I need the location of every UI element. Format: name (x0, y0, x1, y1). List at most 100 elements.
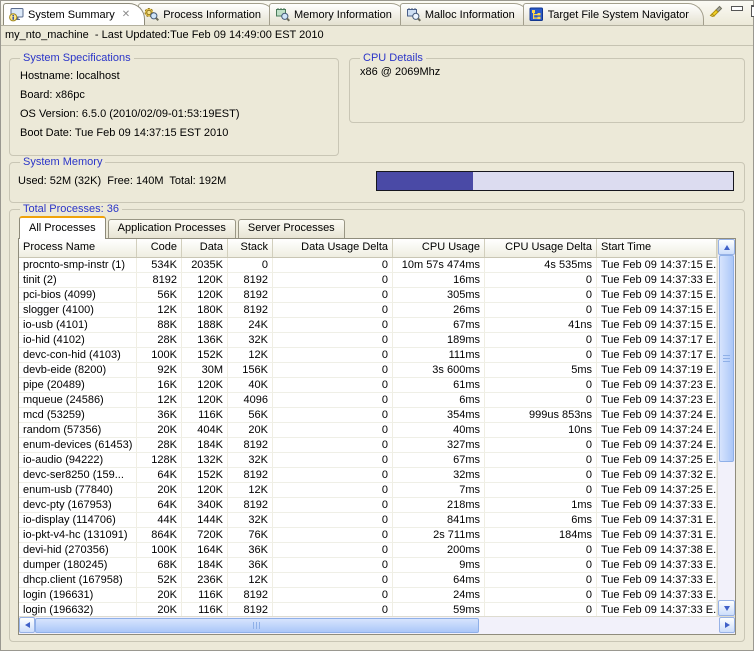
table-cell: Tue Feb 09 14:37:15 E. (597, 288, 717, 302)
highlighter-icon[interactable] (707, 3, 723, 19)
table-cell: Tue Feb 09 14:37:25 E. (597, 483, 717, 497)
total-processes-title: Total Processes: 36 (20, 203, 122, 215)
table-row[interactable]: devc-con-hid (4103)100K152K12K0111ms0Tue… (19, 348, 717, 363)
table-cell: 0 (485, 573, 597, 587)
table-cell: 0 (273, 483, 393, 497)
table-row[interactable]: io-usb (4101)88K188K24K067ms41nsTue Feb … (19, 318, 717, 333)
table-cell: 100K (137, 543, 182, 557)
table-cell: Tue Feb 09 14:37:24 E. (597, 423, 717, 437)
column-header[interactable]: Process Name (19, 239, 137, 257)
table-cell: 12K (137, 303, 182, 317)
table-cell: 20K (137, 588, 182, 602)
table-cell: 0 (273, 408, 393, 422)
table-cell: 0 (273, 423, 393, 437)
table-cell: 6ms (485, 513, 597, 527)
minimize-icon[interactable] (731, 6, 743, 11)
table-row[interactable]: mqueue (24586)12K120K409606ms0Tue Feb 09… (19, 393, 717, 408)
system-memory-group: System Memory Used: 52M (32K) Free: 140M… (9, 156, 745, 203)
scroll-right-button[interactable] (719, 617, 735, 633)
tab-malloc-information[interactable]: Malloc Information (400, 3, 530, 25)
table-row[interactable]: tinit (2)8192120K8192016ms0Tue Feb 09 14… (19, 273, 717, 288)
tab-process-information[interactable]: Process Information (138, 3, 276, 25)
horizontal-scrollbar[interactable] (19, 616, 735, 634)
table-cell: devc-pty (167953) (19, 498, 137, 512)
scroll-left-button[interactable] (19, 617, 35, 633)
table-cell: Tue Feb 09 14:37:33 E. (597, 588, 717, 602)
table-cell: 218ms (393, 498, 485, 512)
table-row[interactable]: io-audio (94222)128K132K32K067ms0Tue Feb… (19, 453, 717, 468)
view-content: System Specifications Hostname: localhos… (1, 46, 753, 650)
table-cell: 841ms (393, 513, 485, 527)
horizontal-scrollbar-thumb[interactable] (35, 618, 479, 633)
table-row[interactable]: devb-eide (8200)92K30M156K03s 600ms5msTu… (19, 363, 717, 378)
table-cell: tinit (2) (19, 273, 137, 287)
tab-system-summary[interactable]: System Summary ✕ (3, 3, 145, 25)
table-cell: 354ms (393, 408, 485, 422)
scroll-up-button[interactable] (718, 239, 735, 255)
table-row[interactable]: io-hid (4102)28K136K32K0189ms0Tue Feb 09… (19, 333, 717, 348)
table-cell: Tue Feb 09 14:37:33 E. (597, 273, 717, 287)
table-cell: login (196631) (19, 588, 137, 602)
tab-memory-information[interactable]: Memory Information (269, 3, 407, 25)
table-row[interactable]: random (57356)20K404K20K040ms10nsTue Feb… (19, 423, 717, 438)
table-cell: devc-con-hid (4103) (19, 348, 137, 362)
vertical-scrollbar[interactable] (717, 239, 735, 616)
table-row[interactable]: devc-pty (167953)64K340K81920218ms1msTue… (19, 498, 717, 513)
table-cell: 340K (182, 498, 228, 512)
table-row[interactable]: dhcp.client (167958)52K236K12K064ms0Tue … (19, 573, 717, 588)
table-row[interactable]: dumper (180245)68K184K36K09ms0Tue Feb 09… (19, 558, 717, 573)
column-header[interactable]: CPU Usage Delta (485, 239, 597, 257)
table-cell: 32K (228, 513, 273, 527)
table-cell: 0 (273, 303, 393, 317)
target-file-system-navigator-icon (529, 7, 544, 22)
table-row[interactable]: mcd (53259)36K116K56K0354ms999us 853nsTu… (19, 408, 717, 423)
table-row[interactable]: pipe (20489)16K120K40K061ms0Tue Feb 09 1… (19, 378, 717, 393)
tab-target-file-system-navigator[interactable]: Target File System Navigator (523, 3, 704, 25)
table-row[interactable]: login (196631)20K116K8192024ms0Tue Feb 0… (19, 588, 717, 603)
table-cell: 0 (273, 543, 393, 557)
table-cell: 1ms (485, 498, 597, 512)
table-cell: 0 (485, 453, 597, 467)
table-cell: 8192 (228, 588, 273, 602)
tab-server-processes[interactable]: Server Processes (238, 219, 345, 238)
column-header[interactable]: Data Usage Delta (273, 239, 393, 257)
column-header[interactable]: Stack (228, 239, 273, 257)
table-cell: 8192 (228, 498, 273, 512)
memory-usage-bar (376, 171, 734, 191)
table-row[interactable]: io-pkt-v4-hc (131091)864K720K76K02s 711m… (19, 528, 717, 543)
horizontal-scrollbar-track[interactable] (479, 617, 719, 634)
table-cell: 0 (273, 378, 393, 392)
table-cell: Tue Feb 09 14:37:31 E. (597, 513, 717, 527)
column-header[interactable]: Data (182, 239, 228, 257)
column-header[interactable]: Code (137, 239, 182, 257)
column-header[interactable]: CPU Usage (393, 239, 485, 257)
tab-all-processes[interactable]: All Processes (19, 216, 106, 239)
table-row[interactable]: io-display (114706)44K144K32K0841ms6msTu… (19, 513, 717, 528)
table-cell: 12K (228, 483, 273, 497)
memory-usage-bar-fill (377, 172, 473, 190)
close-icon[interactable]: ✕ (122, 9, 130, 20)
table-cell: 67ms (393, 453, 485, 467)
table-cell: 9ms (393, 558, 485, 572)
table-row[interactable]: devc-ser8250 (159...64K152K8192032ms0Tue… (19, 468, 717, 483)
vertical-scrollbar-track[interactable] (718, 462, 735, 600)
table-row[interactable]: login (196632)20K116K8192059ms0Tue Feb 0… (19, 603, 717, 616)
table-row[interactable]: enum-usb (77840)20K120K12K07ms0Tue Feb 0… (19, 483, 717, 498)
vertical-scrollbar-thumb[interactable] (719, 255, 734, 462)
table-row[interactable]: slogger (4100)12K180K8192026ms0Tue Feb 0… (19, 303, 717, 318)
table-cell: 184ms (485, 528, 597, 542)
scroll-down-button[interactable] (718, 600, 735, 616)
table-cell: 236K (182, 573, 228, 587)
table-cell: 12K (228, 573, 273, 587)
tab-application-processes[interactable]: Application Processes (108, 219, 236, 238)
table-row[interactable]: enum-devices (61453)28K184K81920327ms0Tu… (19, 438, 717, 453)
table-cell: 0 (273, 363, 393, 377)
table-row[interactable]: devi-hid (270356)100K164K36K0200ms0Tue F… (19, 543, 717, 558)
table-cell: 8192 (137, 273, 182, 287)
table-row[interactable]: procnto-smp-instr (1)534K2035K0010m 57s … (19, 258, 717, 273)
table-cell: 12K (228, 348, 273, 362)
column-header[interactable]: Start Time (597, 239, 717, 257)
table-row[interactable]: pci-bios (4099)56K120K81920305ms0Tue Feb… (19, 288, 717, 303)
os-version-line: OS Version: 6.5.0 (2010/02/09-01:53:19ES… (20, 106, 330, 122)
table-cell: 41ns (485, 318, 597, 332)
